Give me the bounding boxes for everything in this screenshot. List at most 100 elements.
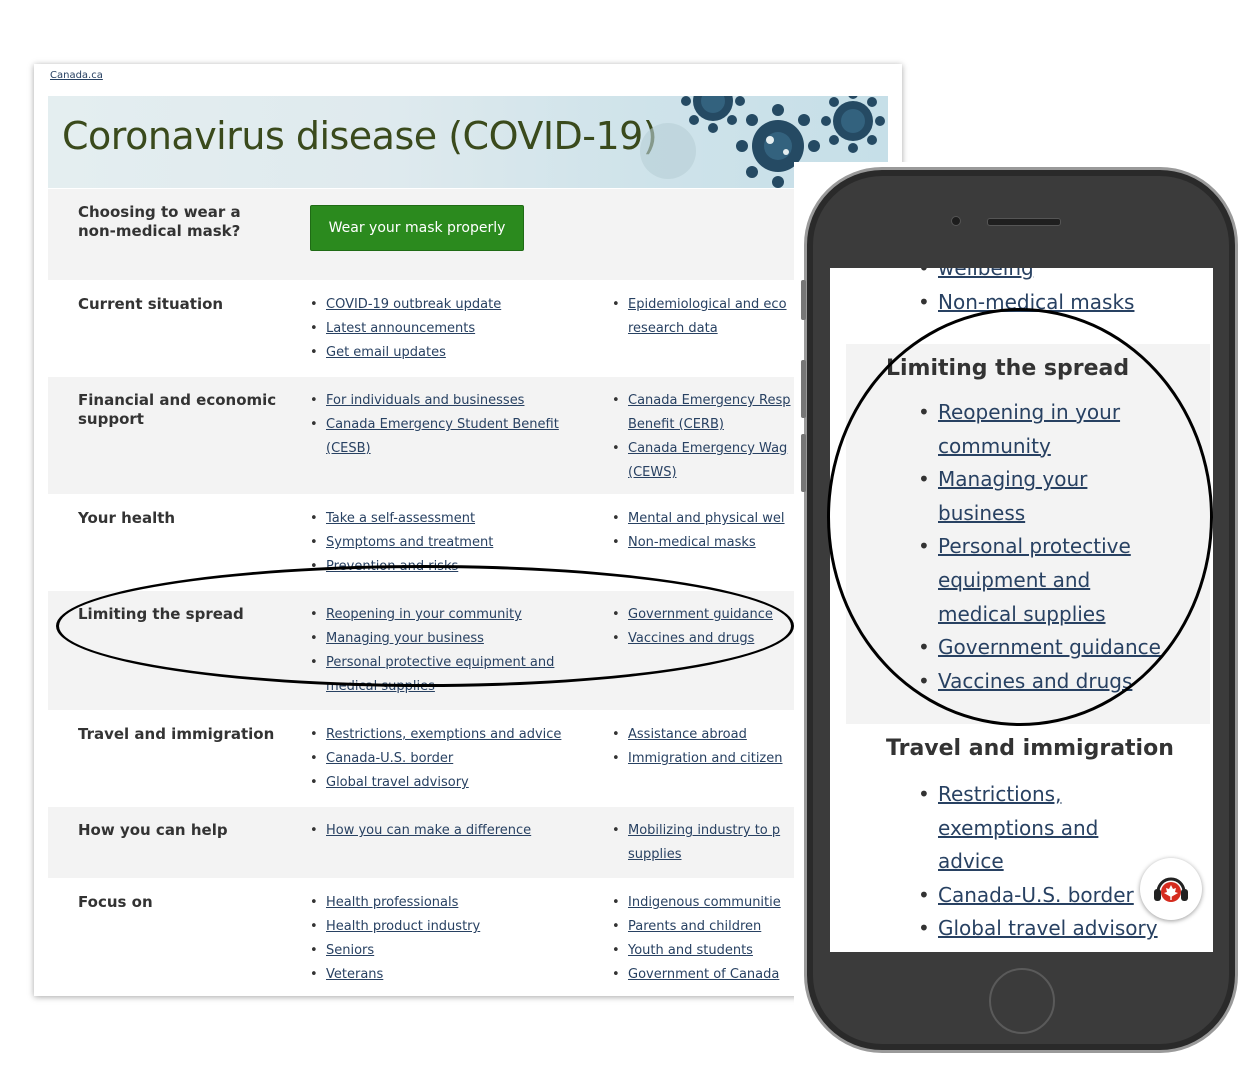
link[interactable]: Restrictions, [938,782,1061,806]
mobile-list-top: wellbeing Non-medical masks [830,268,1213,319]
link[interactable]: Health professionals [326,895,458,910]
link[interactable]: Prevention and risks [326,559,458,574]
volume-button [801,360,806,418]
limiting-spread-links: Reopening in your community Managing your… [830,396,1213,698]
list-item: Managing your business [830,463,1213,530]
link-list: Non-medical masks [830,286,1144,320]
link[interactable]: supplies [628,847,682,862]
your-health-row: Your health Take a self-assessment Sympt… [48,494,888,591]
link[interactable]: Canada-U.S. border [326,751,453,766]
travel-immigration-heading: Travel and immigration [886,736,1174,761]
link[interactable]: Government of Canada [628,967,779,982]
virus-icon [821,96,885,153]
list-item: Get email updates [308,341,608,365]
link[interactable]: Indigenous communitie [628,895,781,910]
link[interactable]: Youth and students [628,943,753,958]
link[interactable]: Latest announcements [326,321,475,336]
focus-on-row: Focus on Health professionals Health pro… [48,878,888,996]
list-item: Veterans [308,963,608,987]
link[interactable]: Managing your [938,467,1087,491]
link[interactable]: equipment and [938,568,1090,592]
link[interactable]: Global travel advisory [938,916,1158,940]
link[interactable]: (CEWS) [628,465,677,480]
row-label: Your health [78,509,176,527]
row-label: Travel and immigration [78,725,275,743]
wear-mask-properly-button[interactable]: Wear your mask properly [310,205,524,251]
link[interactable]: How you can make a difference [326,823,531,838]
link-list: For individuals and businesses Canada Em… [308,389,608,461]
link[interactable]: Global travel advisory [326,775,469,790]
link[interactable]: Health product industry [326,919,480,934]
link[interactable]: (CESB) [326,441,371,456]
link[interactable]: Mobilizing industry to p [628,823,780,838]
list-item: Personal protective equipment and medical … [830,530,1213,631]
link-list: Restrictions, exemptions and advice Cana… [308,723,608,795]
link[interactable]: Assistance abroad [628,727,747,742]
how-you-can-help-row: How you can help How you can make a diff… [48,806,888,879]
link[interactable]: Immigration and citizen [628,751,783,766]
link[interactable]: Veterans [326,967,383,982]
link[interactable]: Get email updates [326,345,446,360]
link[interactable]: Personal protective [938,534,1131,558]
link[interactable]: Benefit (CERB) [628,417,724,432]
link[interactable]: Seniors [326,943,374,958]
link-list: How you can make a difference [308,819,608,843]
limiting-spread-heading: Limiting the spread [886,356,1130,381]
list-item: Government guidance [830,631,1213,665]
volume-button [801,434,806,492]
link[interactable]: Canada-U.S. border [938,883,1134,907]
link[interactable]: Take a self-assessment [326,511,475,526]
link[interactable]: Vaccines and drugs [628,631,754,646]
link[interactable]: Canada Emergency Wag [628,441,787,456]
list-item: Health product industry [308,915,608,939]
help-chat-button[interactable] [1140,858,1202,920]
link[interactable]: research data [628,321,718,336]
link[interactable]: exemptions and [938,816,1098,840]
breadcrumb-canada-link[interactable]: Canada.ca [50,70,103,81]
home-button[interactable] [989,968,1055,1034]
link-list: Take a self-assessment Symptoms and trea… [308,507,608,579]
link[interactable]: Government guidance [628,607,773,622]
link-list: wellbeing [830,268,1213,286]
link[interactable]: Canada Emergency Resp [628,393,791,408]
financial-support-row: Financial and economic support For indiv… [48,376,888,495]
link[interactable]: Reopening in your [938,400,1120,424]
link[interactable]: Non-medical masks [628,535,756,550]
travel-immigration-row: Travel and immigration Restrictions, exe… [48,710,888,807]
link[interactable]: medical supplies [938,602,1106,626]
link[interactable]: Reopening in your community [326,607,522,622]
link[interactable]: wellbeing [938,268,1034,280]
link[interactable]: Epidemiological and eco [628,297,787,312]
limiting-spread-row: Limiting the spread Reopening in your co… [48,590,888,711]
link[interactable]: advice [938,849,1004,873]
list-item: Canada-U.S. border [308,747,608,771]
link[interactable]: For individuals and businesses [326,393,524,408]
row-label: Financial and economic support [78,391,277,428]
link[interactable]: Canada Emergency Student Benefit [326,417,559,432]
row-label: Current situation [78,295,224,313]
list-item: Health professionals [308,891,608,915]
list-item: COVID-19 outbreak update [308,293,608,317]
link[interactable]: Managing your business [326,631,484,646]
non-medical-masks-link[interactable]: Non-medical masks [938,290,1134,314]
link[interactable]: Mental and physical wel [628,511,785,526]
list-item: Vaccines and drugs [830,665,1213,699]
link[interactable]: community [938,434,1051,458]
link[interactable]: Government guidance [938,635,1161,659]
list-item: How you can make a difference [308,819,608,843]
link[interactable]: Personal protective equipment and [326,655,554,670]
link[interactable]: medical supplies [326,679,435,694]
link[interactable]: business [938,501,1025,525]
list-item: Restrictions, exemptions and advice [308,723,608,747]
mobile-screen: wellbeing Non-medical masks Limiting the… [830,268,1213,952]
link[interactable]: COVID-19 outbreak update [326,297,501,312]
link[interactable]: Restrictions, exemptions and advice [326,727,561,742]
list-item: For individuals and businesses [308,389,608,413]
row-label: Limiting the spread [78,605,244,623]
link[interactable]: Parents and children [628,919,761,934]
link-list: COVID-19 outbreak update Latest announce… [308,293,608,365]
link[interactable]: Vaccines and drugs [938,669,1132,693]
list-item: Reopening in your community [308,603,608,627]
link[interactable]: Symptoms and treatment [326,535,493,550]
list-item: Non-medical masks [830,286,1144,320]
